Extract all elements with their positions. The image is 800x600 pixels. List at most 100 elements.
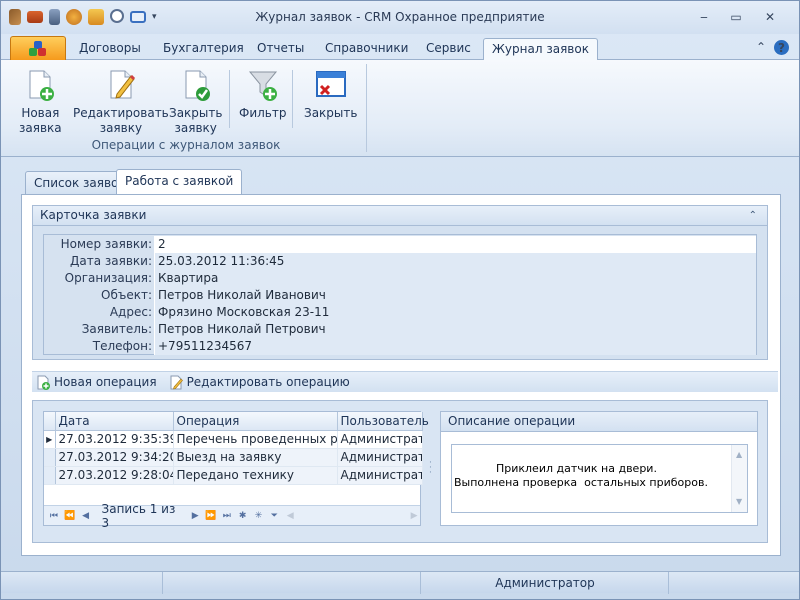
cell-user[interactable]: Администратор bbox=[337, 448, 423, 467]
operations-table: Дата Операция Пользователь ▶ 27.03.2012 … bbox=[44, 412, 429, 485]
close-document-icon bbox=[185, 70, 210, 101]
close-tab-button[interactable]: Закрыть bbox=[304, 68, 357, 121]
field-label: Объект: bbox=[101, 288, 152, 302]
cell-operation[interactable]: Выезд на заявку bbox=[173, 448, 338, 467]
app-logo-icon bbox=[29, 40, 47, 57]
document-area: Список заявок Работа с заявкой Карточка … bbox=[9, 157, 791, 565]
scroll-down-icon[interactable]: ▼ bbox=[736, 495, 742, 509]
filter-button[interactable]: Фильтр bbox=[239, 68, 286, 121]
field-value[interactable]: Петров Николай Иванович bbox=[154, 287, 756, 304]
field-label: Дата заявки: bbox=[69, 254, 152, 268]
status-segment bbox=[163, 572, 421, 594]
close-tab-label: Закрыть bbox=[304, 106, 358, 120]
status-user: Администратор bbox=[495, 576, 595, 590]
ribbon-group-caption: Операции с журналом заявок bbox=[91, 138, 281, 152]
record-counter: Запись 1 из 3 bbox=[101, 501, 176, 530]
help-icon[interactable]: ? bbox=[774, 40, 789, 55]
cell-operation[interactable]: Перечень проведенных работ bbox=[173, 430, 338, 449]
field-request-date: Дата заявки: 25.03.2012 11:36:45 bbox=[44, 253, 756, 270]
minimize-button[interactable]: ‒ bbox=[689, 9, 719, 25]
next-record-icon[interactable]: ▶ bbox=[189, 511, 201, 521]
ribbon-collapse-icon[interactable]: ⌃ bbox=[756, 40, 766, 55]
field-label: Номер заявки: bbox=[60, 237, 152, 251]
operation-description-group: Описание операции Приклеил датчик на две… bbox=[440, 411, 758, 526]
field-object: Объект: Петров Николай Иванович bbox=[44, 287, 756, 304]
operations-panel: Дата Операция Пользователь ▶ 27.03.2012 … bbox=[32, 400, 768, 543]
close-window-icon bbox=[315, 71, 346, 97]
description-text: Приклеил датчик на двери. Выполнена пров… bbox=[454, 462, 708, 489]
cell-date[interactable]: 27.03.2012 9:35:39 bbox=[55, 430, 174, 449]
edit-request-label-2: заявку bbox=[99, 121, 143, 135]
panel-splitter[interactable]: · · · bbox=[429, 459, 432, 478]
record-navigator: ⏮ ⏪ ◀ Запись 1 из 3 ▶ ⏩ ⏭ ✱ ✳ ⏷ ◀ ▶ bbox=[44, 502, 420, 530]
column-header-user[interactable]: Пользователь bbox=[337, 412, 429, 431]
field-value[interactable]: Фрязино Московская 23-11 bbox=[154, 304, 756, 321]
first-page-icon[interactable]: ⏮ bbox=[48, 511, 60, 521]
field-request-number: Номер заявки: 2 bbox=[44, 236, 756, 253]
title-bar: ▾ Журнал заявок - CRM Охранное предприят… bbox=[1, 1, 799, 34]
last-page-icon[interactable]: ⏭ bbox=[221, 511, 233, 521]
field-label: Телефон: bbox=[92, 339, 152, 353]
cell-operation[interactable]: Передано технику bbox=[173, 466, 338, 485]
field-value[interactable]: Петров Николай Петрович bbox=[154, 321, 756, 338]
new-operation-button[interactable]: Новая операция bbox=[36, 375, 157, 390]
status-segment bbox=[1, 572, 163, 594]
description-textarea[interactable]: Приклеил датчик на двери. Выполнена пров… bbox=[451, 444, 748, 513]
edit-operation-button[interactable]: Редактировать операцию bbox=[169, 375, 350, 390]
tab-contracts[interactable]: Договоры bbox=[71, 38, 149, 60]
field-address: Адрес: Фрязино Московская 23-11 bbox=[44, 304, 756, 321]
window-controls: ‒ ▭ ✕ bbox=[689, 9, 785, 25]
ribbon-separator bbox=[229, 70, 230, 128]
column-header-date[interactable]: Дата bbox=[55, 412, 174, 431]
collapse-chevron-icon[interactable]: ⌃ bbox=[749, 206, 757, 225]
filter-add-icon bbox=[248, 71, 277, 101]
cell-date[interactable]: 27.03.2012 9:28:04 bbox=[55, 466, 174, 485]
cell-user[interactable]: Администратор bbox=[337, 430, 423, 449]
column-header-operation[interactable]: Операция bbox=[173, 412, 338, 431]
scroll-right-icon[interactable]: ▶ bbox=[408, 511, 420, 521]
operations-grid: Дата Операция Пользователь ▶ 27.03.2012 … bbox=[43, 411, 429, 530]
table-row[interactable]: 27.03.2012 9:34:20 Выезд на заявку Админ… bbox=[44, 448, 423, 467]
table-row[interactable]: 27.03.2012 9:28:04 Передано технику Адми… bbox=[44, 466, 423, 485]
edit-operation-icon bbox=[170, 375, 183, 389]
new-operation-icon bbox=[37, 375, 50, 390]
field-value[interactable]: 25.03.2012 11:36:45 bbox=[154, 253, 756, 270]
edit-request-button[interactable]: Редактировать заявку bbox=[73, 68, 169, 136]
tab-accounting[interactable]: Бухгалтерия bbox=[155, 38, 252, 60]
prev-record-icon[interactable]: ◀ bbox=[80, 511, 92, 521]
new-request-button[interactable]: Новая заявка bbox=[19, 68, 62, 136]
ribbon-panel: Новая заявка Редактировать заявку Закрыт… bbox=[1, 60, 799, 157]
close-request-button[interactable]: Закрыть заявку bbox=[169, 68, 222, 136]
close-button[interactable]: ✕ bbox=[755, 9, 785, 25]
prev-page-icon[interactable]: ⏪ bbox=[64, 511, 76, 521]
tab-request-log[interactable]: Журнал заявок bbox=[483, 38, 598, 61]
field-value[interactable]: Квартира bbox=[154, 270, 756, 287]
ribbon-right-controls: ⌃ ? bbox=[756, 40, 789, 55]
ribbon-separator bbox=[292, 70, 293, 128]
row-indicator bbox=[44, 448, 56, 467]
filter-icon[interactable]: ⏷ bbox=[268, 511, 280, 521]
tab-request-work[interactable]: Работа с заявкой bbox=[116, 169, 243, 195]
request-card-title: Карточка заявки bbox=[40, 208, 147, 222]
next-page-icon[interactable]: ⏩ bbox=[205, 511, 217, 521]
new-document-icon bbox=[29, 70, 55, 101]
new-operation-label: Новая операция bbox=[54, 375, 157, 389]
edit-record-icon[interactable]: ✳ bbox=[253, 511, 265, 521]
table-row[interactable]: ▶ 27.03.2012 9:35:39 Перечень проведенны… bbox=[44, 430, 423, 449]
request-work-page: Карточка заявки ⌃ Номер заявки: 2 Дата з… bbox=[21, 194, 781, 556]
tab-reports[interactable]: Отчеты bbox=[249, 38, 312, 60]
tab-references[interactable]: Справочники bbox=[317, 38, 416, 60]
maximize-button[interactable]: ▭ bbox=[721, 9, 751, 25]
cell-date[interactable]: 27.03.2012 9:34:20 bbox=[55, 448, 174, 467]
application-menu-button[interactable] bbox=[10, 36, 66, 60]
cell-user[interactable]: Администратор bbox=[337, 466, 423, 485]
tab-service[interactable]: Сервис bbox=[418, 38, 479, 60]
description-scrollbar[interactable]: ▲ ▼ bbox=[731, 445, 747, 512]
scroll-up-icon[interactable]: ▲ bbox=[736, 448, 742, 462]
row-indicator bbox=[44, 466, 56, 485]
field-value[interactable]: 2 bbox=[154, 236, 756, 253]
field-value[interactable]: +79511234567 bbox=[154, 338, 756, 355]
request-card-header: Карточка заявки ⌃ bbox=[33, 206, 767, 226]
scroll-left-icon[interactable]: ◀ bbox=[284, 511, 296, 521]
append-record-icon[interactable]: ✱ bbox=[237, 511, 249, 521]
